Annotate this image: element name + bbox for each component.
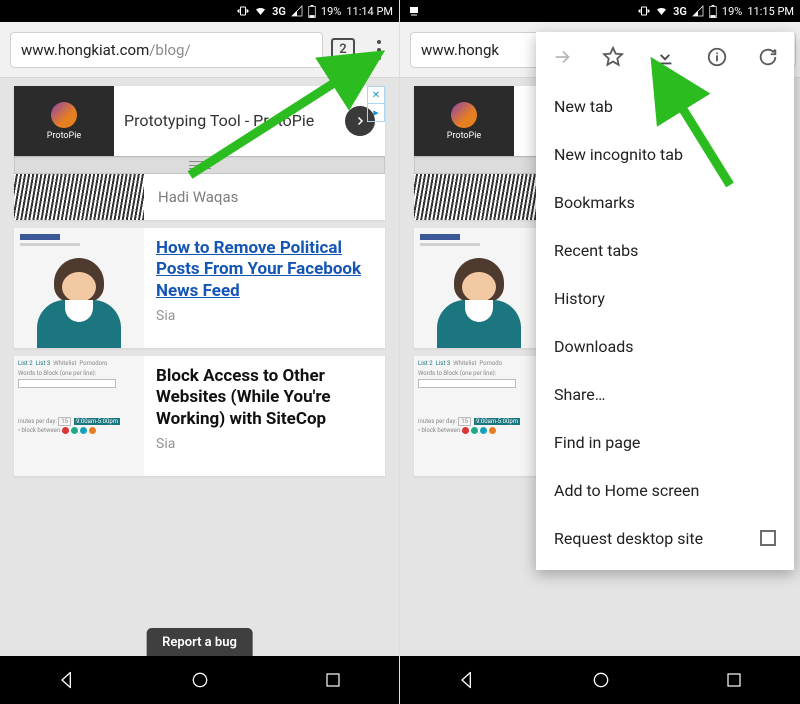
- overflow-menu-button[interactable]: [363, 30, 395, 70]
- web-page[interactable]: ProtoPie Prototyping Tool - ProtoPie ✕ ▸…: [0, 78, 399, 656]
- download-icon[interactable]: [654, 46, 676, 68]
- author-thumb: [14, 174, 144, 220]
- menu-bookmarks[interactable]: Bookmarks: [536, 178, 794, 226]
- wifi-icon: [254, 5, 267, 17]
- article-title[interactable]: How to Remove Political Posts From Your …: [156, 238, 373, 302]
- info-icon[interactable]: [706, 46, 728, 68]
- network-type: 3G: [272, 5, 286, 18]
- back-icon[interactable]: [57, 670, 77, 690]
- menu-request-desktop[interactable]: Request desktop site: [536, 514, 794, 562]
- ad-text: Prototyping Tool - ProtoPie: [114, 111, 345, 130]
- menu-add-home[interactable]: Add to Home screen: [536, 466, 794, 514]
- vibrate-icon: [237, 5, 249, 17]
- download-notif-icon: [408, 5, 420, 17]
- menu-share[interactable]: Share…: [536, 370, 794, 418]
- recents-icon[interactable]: [725, 671, 743, 689]
- battery-icon: [308, 5, 316, 18]
- menu-request-desktop-label: Request desktop site: [554, 529, 703, 548]
- phone-left: 3G 19% 11:14 PM www.hongkiat.com/blog/ 2…: [0, 0, 400, 704]
- recents-icon[interactable]: [324, 671, 342, 689]
- battery-percent: 19%: [321, 5, 341, 18]
- home-icon[interactable]: [190, 670, 210, 690]
- menu-recent-tabs[interactable]: Recent tabs: [536, 226, 794, 274]
- wifi-icon: [655, 5, 668, 17]
- signal-icon: [291, 5, 303, 17]
- url-visible: www.hongk: [421, 41, 499, 59]
- chrome-toolbar: www.hongkiat.com/blog/ 2: [0, 22, 399, 78]
- home-icon[interactable]: [591, 670, 611, 690]
- tab-switcher[interactable]: 2: [331, 38, 355, 62]
- android-navbar: [0, 656, 399, 704]
- chrome-overflow-menu: New tab New incognito tab Bookmarks Rece…: [536, 32, 794, 570]
- ad-close-icon[interactable]: ✕: [367, 86, 385, 104]
- menu-new-tab[interactable]: New tab: [536, 82, 794, 130]
- ad-info-icon[interactable]: ▸: [367, 104, 385, 122]
- phone-right: 3G 19% 11:15 PM www.hongk ProtoPie: [400, 0, 800, 704]
- menu-new-incognito[interactable]: New incognito tab: [536, 130, 794, 178]
- report-bug-button[interactable]: Report a bug: [146, 628, 253, 656]
- article-thumb: List 2 List 3 Whitelist Pomodoro Words t…: [14, 356, 144, 476]
- author-name: Hadi Waqas: [144, 188, 238, 206]
- article-card[interactable]: List 2 List 3 Whitelist Pomodoro Words t…: [14, 356, 385, 476]
- article-card[interactable]: How to Remove Political Posts From Your …: [14, 228, 385, 348]
- article-title: Block Access to Other Websites (While Yo…: [156, 366, 373, 430]
- ad-banner[interactable]: ProtoPie Prototyping Tool - ProtoPie ✕ ▸: [14, 86, 385, 156]
- refresh-icon[interactable]: [757, 46, 779, 68]
- status-time: 11:14 PM: [346, 5, 393, 18]
- forward-icon[interactable]: [551, 46, 573, 68]
- author-strip[interactable]: Hadi Waqas: [14, 174, 385, 220]
- bookmark-star-icon[interactable]: [602, 46, 624, 68]
- back-icon[interactable]: [457, 670, 477, 690]
- signal-icon: [692, 5, 704, 17]
- android-navbar: [400, 656, 800, 704]
- network-type: 3G: [673, 5, 687, 18]
- drag-handle-icon[interactable]: [14, 156, 385, 174]
- article-author: Sia: [156, 436, 373, 452]
- url-host: www.hongkiat.com: [21, 41, 149, 59]
- article-author: Sia: [156, 308, 373, 324]
- status-bar-right: 3G 19% 11:15 PM: [400, 0, 800, 22]
- article-thumb: [14, 228, 144, 348]
- menu-history[interactable]: History: [536, 274, 794, 322]
- battery-icon: [709, 5, 717, 18]
- vibrate-icon: [638, 5, 650, 17]
- ad-logo: ProtoPie: [14, 86, 114, 156]
- status-time: 11:15 PM: [747, 5, 794, 18]
- menu-downloads[interactable]: Downloads: [536, 322, 794, 370]
- status-bar-left: 3G 19% 11:14 PM: [0, 0, 399, 22]
- menu-find-in-page[interactable]: Find in page: [536, 418, 794, 466]
- url-path: /blog/: [149, 41, 190, 59]
- url-bar[interactable]: www.hongkiat.com/blog/: [10, 32, 323, 68]
- battery-percent: 19%: [722, 5, 742, 18]
- checkbox-icon[interactable]: [760, 530, 776, 546]
